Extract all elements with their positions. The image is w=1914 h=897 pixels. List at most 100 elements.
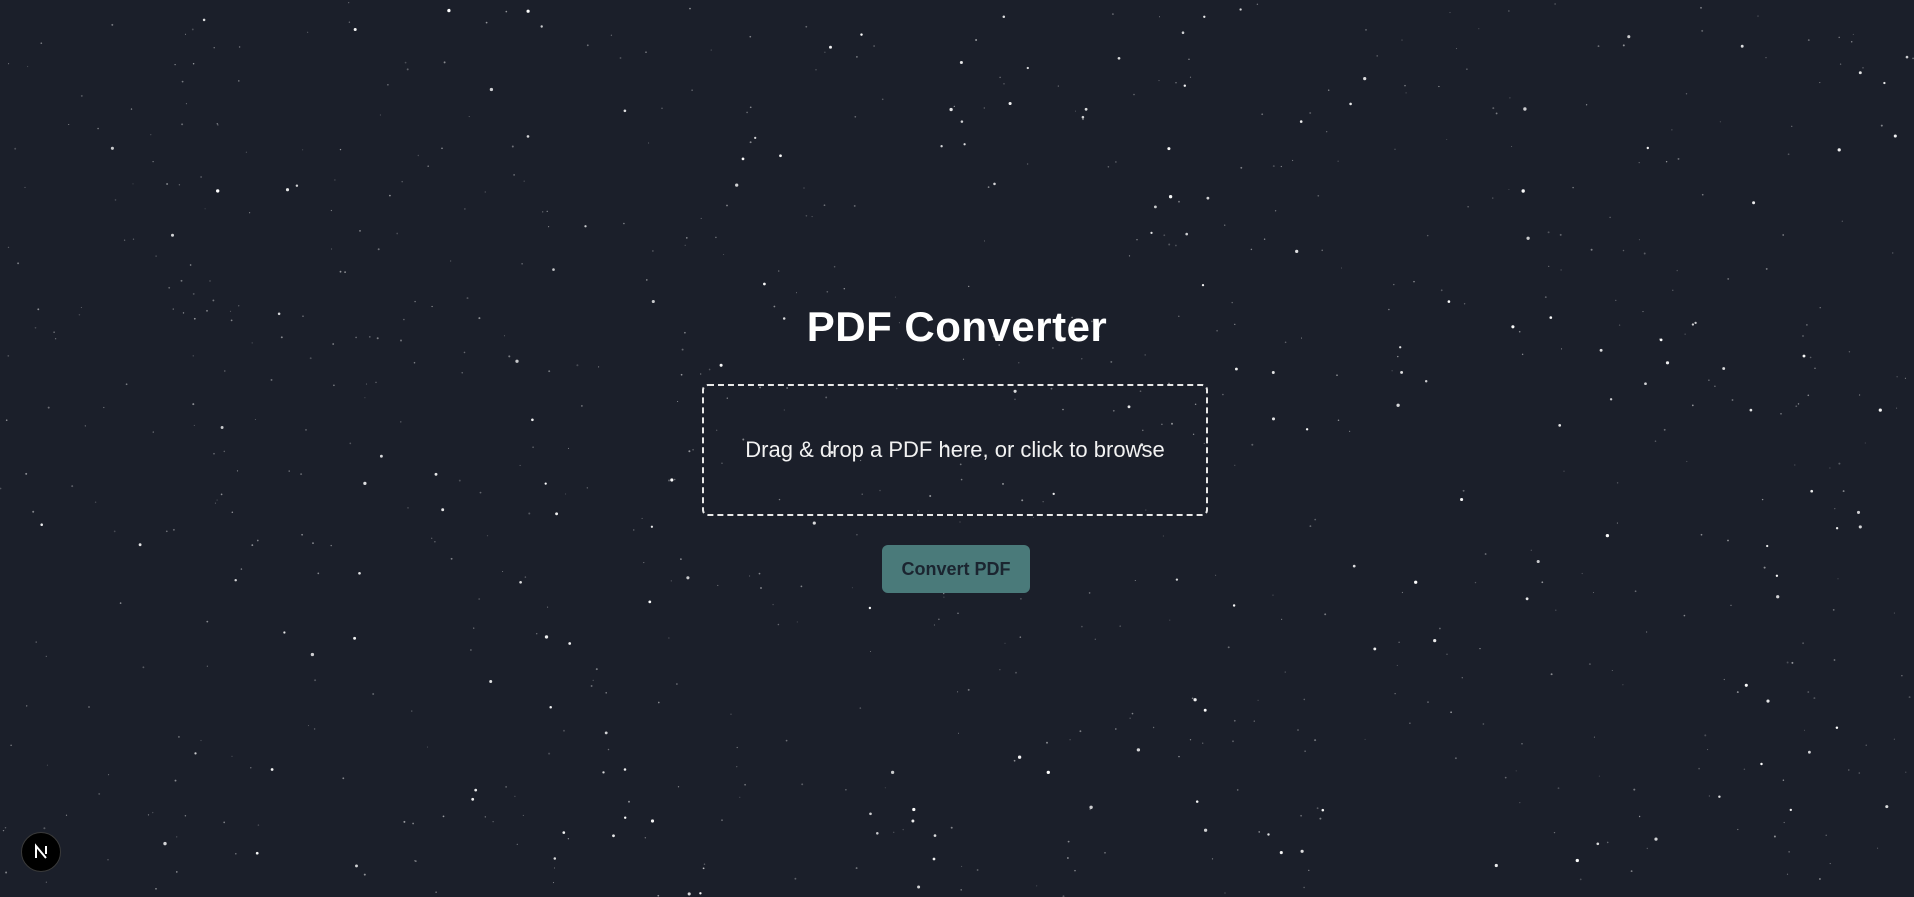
nextjs-dev-indicator[interactable] — [21, 832, 61, 872]
star — [474, 788, 478, 792]
star — [902, 828, 904, 831]
star — [963, 143, 966, 146]
star — [619, 57, 622, 59]
star — [1300, 849, 1304, 853]
star — [987, 186, 990, 188]
star — [1891, 252, 1894, 254]
star — [812, 521, 816, 525]
star — [123, 239, 126, 241]
star — [1018, 362, 1020, 364]
star — [441, 508, 445, 512]
star — [1081, 625, 1083, 628]
star — [1163, 234, 1166, 237]
star — [166, 183, 169, 185]
star — [387, 83, 389, 86]
star — [605, 692, 607, 694]
star — [805, 25, 808, 28]
star — [1364, 738, 1366, 740]
star — [648, 600, 652, 604]
star — [288, 470, 290, 472]
star — [542, 211, 544, 213]
star — [1074, 869, 1076, 872]
star — [132, 183, 134, 185]
star — [685, 237, 688, 239]
star — [1530, 549, 1532, 551]
star — [700, 373, 702, 375]
star — [1492, 107, 1495, 110]
star — [1026, 66, 1029, 70]
star — [876, 832, 879, 835]
star — [779, 154, 782, 158]
star — [489, 680, 493, 683]
star — [1644, 382, 1647, 386]
star — [1129, 717, 1131, 719]
page-root: PDF Converter Drag & drop a PDF here, or… — [0, 0, 1914, 897]
star — [1088, 592, 1091, 594]
star — [749, 35, 752, 38]
star — [1837, 148, 1841, 152]
star — [257, 824, 260, 826]
star — [401, 180, 403, 183]
star — [999, 76, 1001, 79]
star — [993, 182, 996, 186]
star — [1117, 56, 1121, 60]
star — [505, 10, 508, 13]
star — [1765, 57, 1767, 59]
star — [590, 685, 593, 687]
pdf-dropzone[interactable]: Drag & drop a PDF here, or click to brow… — [702, 384, 1208, 516]
star — [35, 641, 37, 643]
star — [677, 400, 679, 403]
star — [45, 881, 47, 883]
star — [32, 510, 35, 513]
star — [1841, 220, 1843, 222]
star — [1638, 815, 1641, 818]
star — [1046, 770, 1050, 775]
star — [1455, 48, 1458, 50]
star — [342, 777, 345, 780]
star — [1136, 239, 1138, 241]
star — [763, 282, 766, 286]
star — [1046, 741, 1048, 744]
star — [1401, 39, 1403, 41]
star — [1104, 852, 1106, 854]
star — [1834, 508, 1836, 510]
star — [1352, 564, 1356, 568]
star — [468, 116, 470, 118]
star — [785, 739, 788, 742]
star — [142, 666, 145, 669]
star — [553, 867, 556, 869]
star — [688, 450, 691, 453]
star — [1560, 269, 1562, 271]
star — [1905, 771, 1907, 773]
star — [511, 145, 514, 148]
star — [1272, 594, 1274, 596]
star — [1396, 664, 1398, 666]
star — [676, 683, 678, 685]
star — [967, 688, 970, 691]
convert-pdf-button[interactable]: Convert PDF — [882, 545, 1030, 593]
star — [833, 265, 836, 268]
star — [686, 576, 690, 580]
star — [1858, 71, 1862, 75]
star — [1525, 597, 1529, 601]
star — [1523, 107, 1527, 111]
star — [938, 618, 940, 621]
star — [1280, 165, 1282, 168]
star — [251, 544, 254, 546]
star — [1722, 367, 1726, 370]
star — [1752, 201, 1756, 205]
star — [330, 248, 333, 250]
star — [492, 821, 494, 823]
star — [555, 512, 559, 516]
star — [691, 89, 693, 91]
star — [1877, 847, 1879, 849]
star — [890, 770, 895, 775]
star — [365, 383, 368, 385]
star — [1744, 683, 1748, 687]
star — [1424, 380, 1428, 383]
star — [1234, 464, 1236, 466]
star — [1393, 283, 1395, 286]
star — [1622, 684, 1624, 686]
star — [1026, 163, 1029, 165]
star — [1588, 663, 1591, 666]
